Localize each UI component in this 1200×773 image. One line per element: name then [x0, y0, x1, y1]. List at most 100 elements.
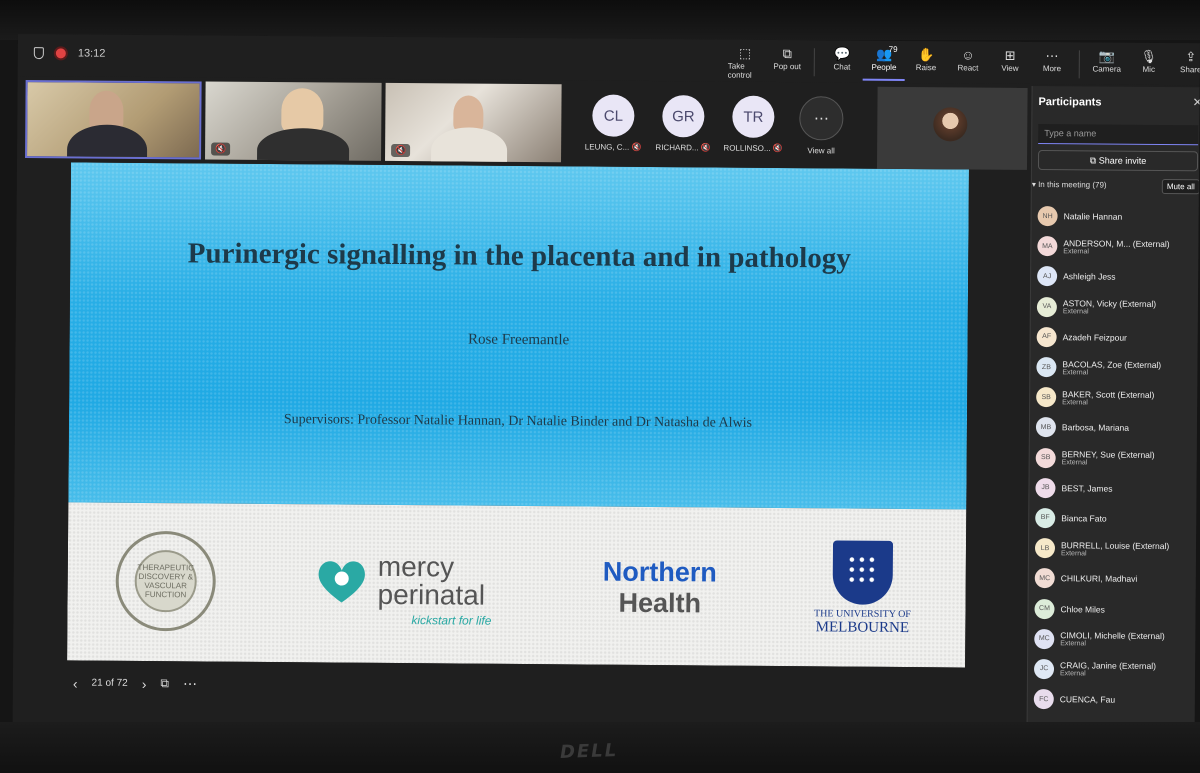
avatar-tile-3[interactable]: TR ROLLINSO... 🔇	[723, 86, 784, 153]
share-icon: ⇪	[1185, 49, 1197, 65]
video-tile-participant-2[interactable]: 🔇	[205, 81, 382, 161]
participant-subtitle: External	[1062, 368, 1089, 376]
recording-icon	[53, 46, 68, 61]
react-icon: ☺	[961, 47, 975, 63]
in-meeting-header[interactable]: ▾ In this meeting (79)	[1032, 180, 1107, 190]
react-button[interactable]: ☺ React	[947, 47, 989, 81]
participant-name: CUENCA, Fau	[1059, 694, 1116, 705]
participant-row[interactable]: AF Azadeh Feizpour	[1036, 322, 1197, 353]
camera-button[interactable]: 📷 Camera	[1086, 48, 1128, 82]
participant-name-block: BERNEY, Sue (External) External	[1062, 449, 1155, 467]
avatar: NH	[1037, 206, 1058, 227]
crest-icon	[832, 540, 894, 605]
avatar: MA	[1037, 236, 1058, 257]
participant-subtitle: External	[1063, 247, 1090, 256]
participant-row[interactable]: SB BAKER, Scott (External) External	[1036, 382, 1196, 413]
participant-row[interactable]: MA ANDERSON, M... (External) External	[1037, 231, 1197, 262]
participant-row[interactable]: MB Barbosa, Mariana	[1035, 412, 1196, 443]
mic-off-icon: 🔇	[772, 143, 783, 154]
take-control-button[interactable]: ⬚ Take control	[724, 46, 767, 80]
next-slide-button[interactable]: ›	[142, 675, 147, 691]
grid-view-icon[interactable]: ⧉	[160, 676, 169, 691]
pop-out-button[interactable]: ⧉ Pop out	[766, 46, 808, 80]
participant-row[interactable]: SB BERNEY, Sue (External) External	[1035, 443, 1196, 474]
heart-icon	[318, 561, 365, 603]
toolbar-label: Raise	[915, 63, 937, 73]
chat-button[interactable]: 💬 Chat	[821, 46, 863, 80]
participant-face	[281, 88, 324, 133]
mute-all-button[interactable]: Mute all	[1161, 178, 1200, 195]
self-video-tile[interactable]	[876, 86, 1028, 170]
more-icon: ⋯	[1045, 48, 1059, 64]
close-icon[interactable]: ✕	[1192, 95, 1200, 109]
previous-slide-button[interactable]: ‹	[73, 675, 78, 691]
more-button[interactable]: ⋯ More	[1031, 48, 1073, 82]
toolbar-label: Take control	[727, 61, 752, 80]
participant-row[interactable]: ZB BACOLAS, Zoe (External) External	[1036, 352, 1196, 383]
participants-panel: Participants ✕ Type a name ⧉ Share invit…	[1026, 85, 1200, 732]
pop-out-icon: ⧉	[782, 46, 792, 62]
university-of-melbourne-logo: THE UNIVERSITY OF MELBOURNE	[807, 540, 918, 637]
avatar-tile-1[interactable]: CL LEUNG, C... 🔇	[583, 84, 644, 152]
participant-subtitle: External	[1060, 549, 1087, 558]
participant-row[interactable]: CM Chloe Miles	[1034, 593, 1194, 624]
tdvf-logo-text: THERAPEUTIC DISCOVERY & VASCULAR FUNCTIO…	[134, 549, 197, 613]
participant-row[interactable]: JC CRAIG, Janine (External) External	[1033, 654, 1194, 685]
avatar: CM	[1034, 598, 1055, 619]
share-button[interactable]: ⇪ Share	[1170, 49, 1200, 83]
avatar: MC	[1034, 628, 1055, 649]
raise-button[interactable]: ✋ Raise	[905, 47, 947, 81]
view-button[interactable]: ⊞ View	[989, 48, 1031, 82]
participant-row[interactable]: AJ Ashleigh Jess	[1037, 261, 1197, 292]
participant-row[interactable]: JB BEST, James	[1035, 473, 1195, 504]
participant-row[interactable]: BF Bianca Fato	[1035, 503, 1195, 534]
toolbar-buttons: ⬚ Take control ⧉ Pop out 💬 Chat 👥 79 People ✋ Rais…	[724, 45, 1200, 84]
status-area: 13:12	[33, 46, 106, 61]
take-control-icon: ⬚	[738, 45, 752, 61]
video-tile-speaker[interactable]	[25, 80, 202, 160]
participant-name-block: ASTON, Vicky (External) External	[1063, 298, 1156, 316]
participant-row[interactable]: VA ASTON, Vicky (External) External	[1036, 292, 1197, 323]
avatar-name: LEUNG, C... 🔇	[584, 142, 642, 152]
participant-row[interactable]: FC CUENCA, Fau	[1033, 684, 1194, 715]
toolbar-label: React	[957, 63, 979, 73]
toolbar-label: More	[1042, 64, 1062, 74]
participant-subtitle: External	[1062, 398, 1088, 407]
participant-name-block: Ashleigh Jess	[1063, 272, 1116, 282]
participant-name-block: ANDERSON, M... (External) External	[1063, 238, 1169, 256]
participant-row[interactable]: MC CHILKURI, Madhavi	[1034, 563, 1195, 594]
mic-off-icon: 🔇	[631, 142, 642, 152]
mercy-tagline: kickstart for life	[411, 613, 492, 628]
uom-line2: MELBOURNE	[815, 619, 910, 637]
participant-name: Chloe Miles	[1060, 603, 1105, 615]
toolbar-label: Chat	[833, 62, 851, 72]
participant-row[interactable]: MC CIMOLI, Michelle (External) External	[1034, 624, 1194, 655]
participant-row[interactable]: NH Natalie Hannan	[1037, 201, 1197, 232]
toolbar-label: People	[871, 62, 897, 72]
share-icon: ⧉	[1089, 155, 1097, 166]
slide-title: Purinergic signalling in the placenta an…	[187, 237, 851, 275]
participant-name: Azadeh Feizpour	[1062, 332, 1127, 343]
view-all-button[interactable]: ⋯ View all	[791, 86, 852, 155]
shield-icon	[33, 47, 44, 60]
mic-off-icon: 🔇	[700, 143, 711, 153]
participant-body	[430, 127, 508, 163]
share-invite-button[interactable]: ⧉ Share invite	[1037, 150, 1199, 172]
video-tile-participant-3[interactable]: 🔇	[385, 82, 562, 163]
people-button[interactable]: 👥 79 People	[862, 45, 906, 81]
more-options-icon[interactable]: ⋯	[183, 675, 197, 692]
participant-search-input[interactable]: Type a name	[1038, 124, 1199, 146]
participant-subtitle: External	[1061, 459, 1088, 467]
participants-title: Participants	[1038, 96, 1102, 109]
participant-row[interactable]: LB BURRELL, Louise (External) External	[1034, 533, 1195, 564]
mercy-logo-text: mercy perinatal	[377, 550, 486, 611]
avatar-tile-2[interactable]: GR RICHARD... 🔇	[653, 85, 714, 152]
northern-health-logo: Northern Health	[602, 557, 717, 620]
teams-meeting-window: 13:12 ⬚ Take control ⧉ Pop out 💬 Chat 👥 79 Peopl…	[12, 34, 1200, 732]
participant-name: Bianca Fato	[1061, 513, 1107, 524]
chat-icon: 💬	[833, 46, 851, 62]
mic-button[interactable]: 🎙 Mic	[1128, 49, 1170, 83]
view-all-label: View all	[807, 146, 835, 156]
avatar: AJ	[1037, 266, 1058, 287]
participant-name-block: BAKER, Scott (External) External	[1062, 389, 1154, 407]
